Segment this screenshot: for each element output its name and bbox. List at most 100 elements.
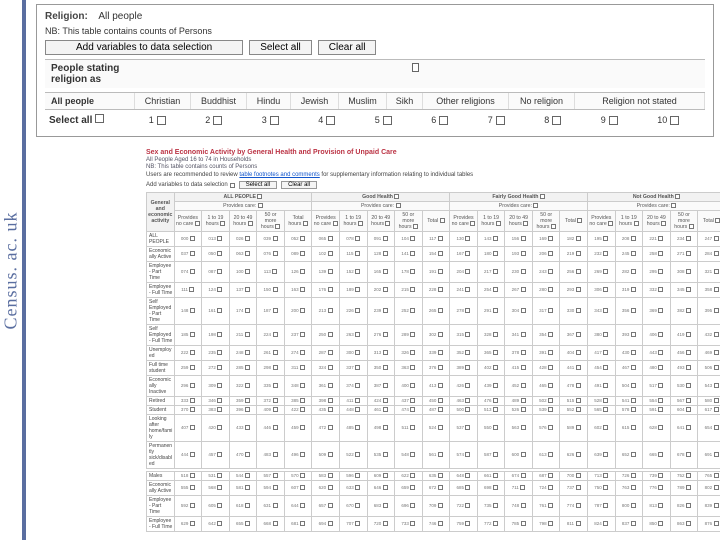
subcol-checkbox[interactable] xyxy=(333,221,338,226)
cell-checkbox[interactable] xyxy=(217,287,222,292)
cell-checkbox[interactable] xyxy=(465,251,470,256)
cell-checkbox[interactable] xyxy=(521,521,526,526)
cell-checkbox[interactable] xyxy=(631,383,636,388)
cell-checkbox[interactable] xyxy=(548,383,553,388)
provides-care-checkbox[interactable] xyxy=(258,203,263,208)
cell-checkbox[interactable] xyxy=(438,485,443,490)
cell-checkbox[interactable] xyxy=(300,398,305,403)
provides-care-checkbox[interactable] xyxy=(396,203,401,208)
cell-checkbox[interactable] xyxy=(328,269,333,274)
cell-checkbox[interactable] xyxy=(714,332,719,337)
cell-checkbox[interactable] xyxy=(438,308,443,313)
cell-checkbox[interactable] xyxy=(493,269,498,274)
cell-checkbox[interactable] xyxy=(383,452,388,457)
cell-checkbox[interactable] xyxy=(714,269,719,274)
cell-checkbox[interactable] xyxy=(714,452,719,457)
cell-checkbox[interactable] xyxy=(273,251,278,256)
cell-checkbox[interactable] xyxy=(714,251,719,256)
cell-checkbox[interactable] xyxy=(603,287,608,292)
cell-checkbox[interactable] xyxy=(465,236,470,241)
cell-checkbox[interactable] xyxy=(383,485,388,490)
cell-checkbox[interactable] xyxy=(217,473,222,478)
cell-checkbox[interactable] xyxy=(273,287,278,292)
cell-checkbox[interactable] xyxy=(521,473,526,478)
cell-checkbox[interactable] xyxy=(383,521,388,526)
cell-checkbox[interactable] xyxy=(521,308,526,313)
cell-checkbox[interactable] xyxy=(548,332,553,337)
cell-checkbox[interactable] xyxy=(217,365,222,370)
cell-checkbox[interactable] xyxy=(658,251,663,256)
cell-checkbox[interactable] xyxy=(383,383,388,388)
cell-checkbox[interactable] xyxy=(603,269,608,274)
cell-checkbox[interactable] xyxy=(300,269,305,274)
cell-checkbox[interactable] xyxy=(300,236,305,241)
cell-checkbox[interactable] xyxy=(328,473,333,478)
cell-checkbox[interactable] xyxy=(714,503,719,508)
cell-checkbox[interactable] xyxy=(576,485,581,490)
cell-checkbox[interactable] xyxy=(548,452,553,457)
cell-checkbox[interactable] xyxy=(438,269,443,274)
cell-checkbox[interactable] xyxy=(217,269,222,274)
cell-checkbox[interactable] xyxy=(576,473,581,478)
cell-checkbox[interactable] xyxy=(438,521,443,526)
cell-checkbox[interactable] xyxy=(383,251,388,256)
cell-checkbox[interactable] xyxy=(548,269,553,274)
cell-checkbox[interactable] xyxy=(189,287,194,292)
cell-checkbox[interactable] xyxy=(521,350,526,355)
cell-checkbox[interactable] xyxy=(603,473,608,478)
cell-checkbox[interactable] xyxy=(493,407,498,412)
cell-checkbox[interactable] xyxy=(521,332,526,337)
cell-checkbox[interactable] xyxy=(603,383,608,388)
cell-checkbox[interactable] xyxy=(714,425,719,430)
cell-checkbox[interactable] xyxy=(190,383,195,388)
cell-checkbox[interactable] xyxy=(217,425,222,430)
cell-checkbox[interactable] xyxy=(273,521,278,526)
cell-checkbox[interactable] xyxy=(603,350,608,355)
group-checkbox[interactable] xyxy=(675,194,680,199)
cell-checkbox[interactable] xyxy=(355,332,360,337)
religion-checkbox-5[interactable] xyxy=(383,116,392,125)
cell-checkbox[interactable] xyxy=(603,398,608,403)
cell-checkbox[interactable] xyxy=(245,236,250,241)
cell-checkbox[interactable] xyxy=(438,350,443,355)
subcol-checkbox[interactable] xyxy=(608,221,613,226)
cell-checkbox[interactable] xyxy=(245,407,250,412)
cell-checkbox[interactable] xyxy=(190,269,195,274)
cell-checkbox[interactable] xyxy=(714,383,719,388)
cell-checkbox[interactable] xyxy=(355,398,360,403)
cell-checkbox[interactable] xyxy=(300,473,305,478)
religion-checkbox-9[interactable] xyxy=(609,116,618,125)
cell-checkbox[interactable] xyxy=(190,332,195,337)
subcol-checkbox[interactable] xyxy=(248,221,253,226)
cell-checkbox[interactable] xyxy=(714,398,719,403)
cell-checkbox[interactable] xyxy=(686,485,691,490)
cell-checkbox[interactable] xyxy=(521,452,526,457)
cell-checkbox[interactable] xyxy=(631,425,636,430)
cell-checkbox[interactable] xyxy=(658,452,663,457)
cell-checkbox[interactable] xyxy=(521,287,526,292)
group-checkbox[interactable] xyxy=(257,194,262,199)
cell-checkbox[interactable] xyxy=(273,473,278,478)
cell-checkbox[interactable] xyxy=(383,287,388,292)
cell-checkbox[interactable] xyxy=(521,383,526,388)
subcol-checkbox[interactable] xyxy=(358,221,363,226)
cell-checkbox[interactable] xyxy=(273,503,278,508)
subcol-checkbox[interactable] xyxy=(413,224,418,229)
cell-checkbox[interactable] xyxy=(190,350,195,355)
cell-checkbox[interactable] xyxy=(631,407,636,412)
cell-checkbox[interactable] xyxy=(328,425,333,430)
cell-checkbox[interactable] xyxy=(493,365,498,370)
cell-checkbox[interactable] xyxy=(521,398,526,403)
cell-checkbox[interactable] xyxy=(300,425,305,430)
subcol-checkbox[interactable] xyxy=(470,221,475,226)
cell-checkbox[interactable] xyxy=(658,287,663,292)
cell-checkbox[interactable] xyxy=(190,503,195,508)
cell-checkbox[interactable] xyxy=(190,473,195,478)
cell-checkbox[interactable] xyxy=(631,485,636,490)
cell-checkbox[interactable] xyxy=(355,425,360,430)
cell-checkbox[interactable] xyxy=(631,236,636,241)
cell-checkbox[interactable] xyxy=(686,425,691,430)
cell-checkbox[interactable] xyxy=(245,269,250,274)
people-stating-checkbox[interactable] xyxy=(412,63,419,72)
cell-checkbox[interactable] xyxy=(686,521,691,526)
